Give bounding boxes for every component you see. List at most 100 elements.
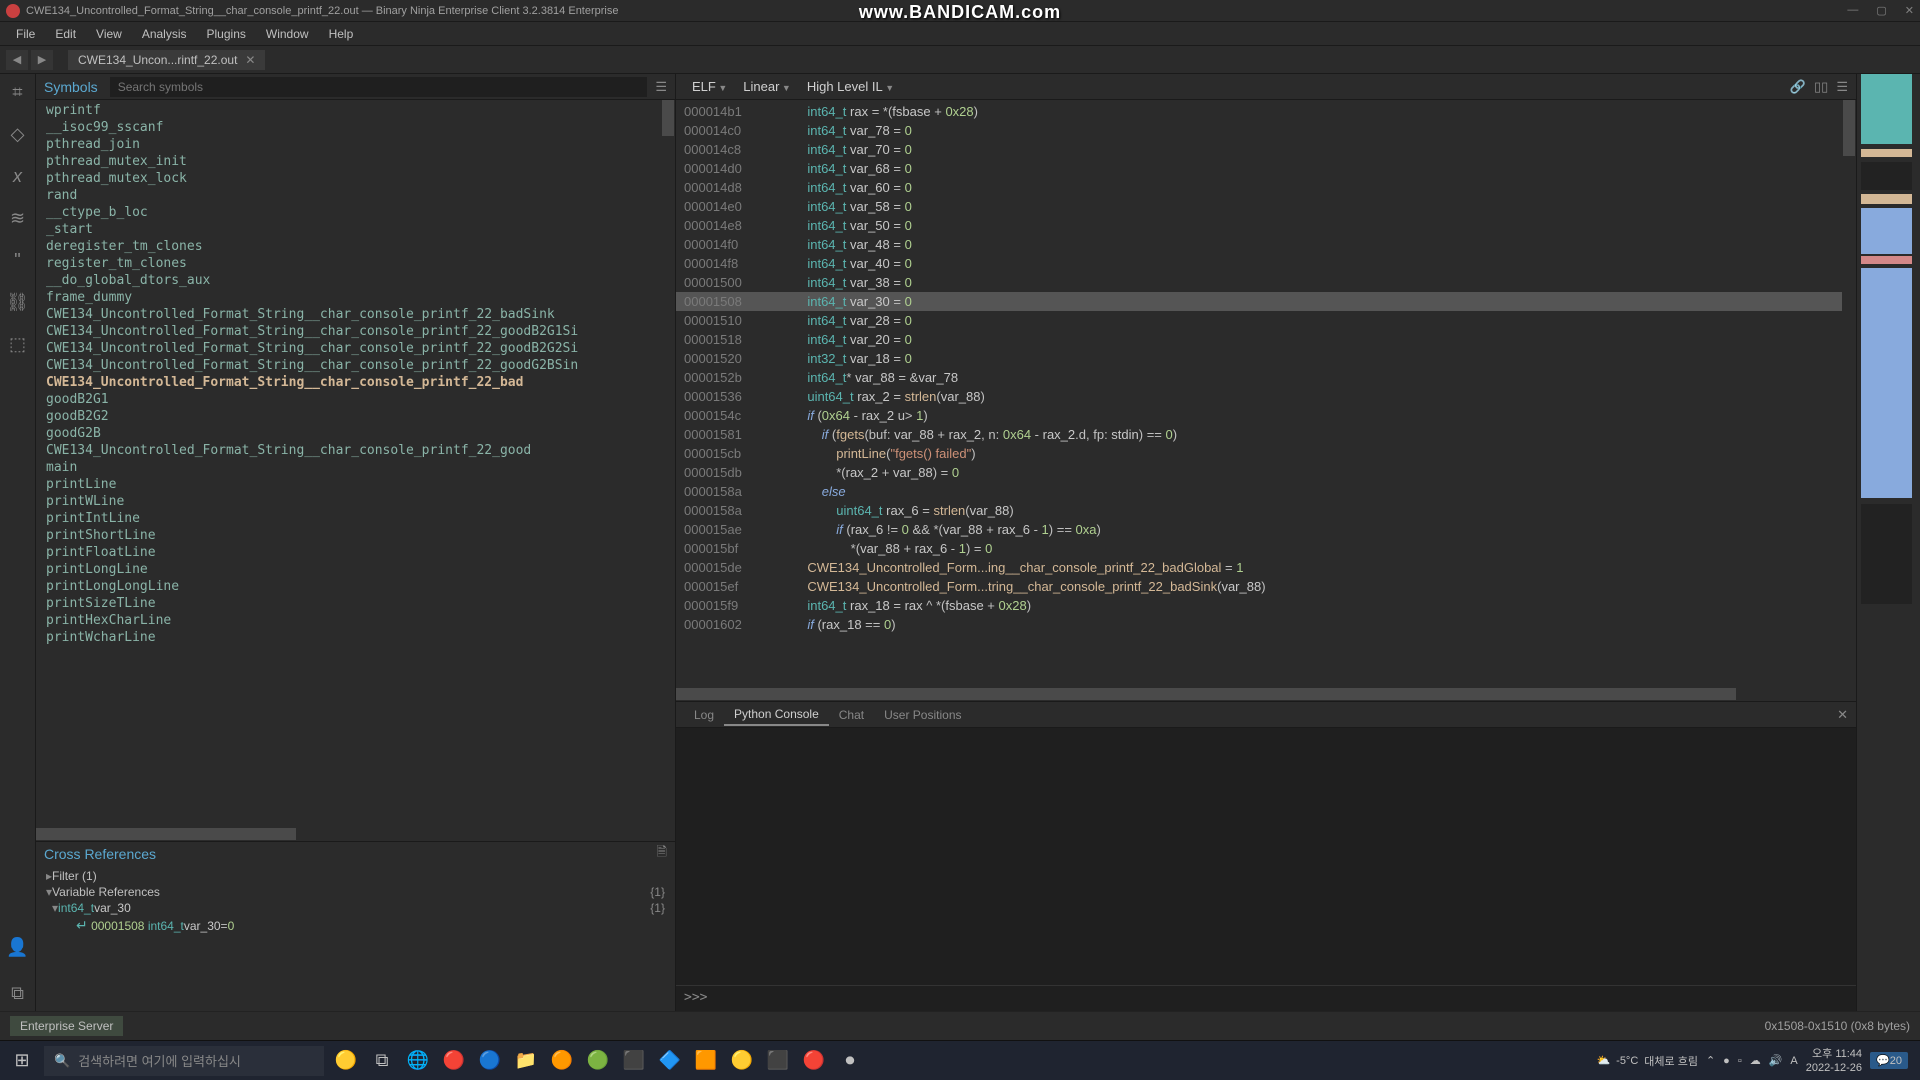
symbol-item[interactable]: register_tm_clones xyxy=(36,255,675,272)
tab-close-icon[interactable]: ✕ xyxy=(245,53,255,67)
symbol-item[interactable]: pthread_mutex_lock xyxy=(36,170,675,187)
code-line[interactable]: 0000158a else xyxy=(676,482,1856,501)
hamburger-icon[interactable]: ☰ xyxy=(655,79,667,95)
code-line[interactable]: 0000152b int64_t* var_88 = &var_78 xyxy=(676,368,1856,387)
volume-icon[interactable]: 🔊 xyxy=(1769,1054,1783,1067)
code-line[interactable]: 000014e0 int64_t var_58 = 0 xyxy=(676,197,1856,216)
code-line[interactable]: 00001518 int64_t var_20 = 0 xyxy=(676,330,1856,349)
x-icon[interactable]: x xyxy=(8,166,28,186)
symbol-item[interactable]: CWE134_Uncontrolled_Format_String__char_… xyxy=(36,442,675,459)
chrome-icon[interactable]: 🔵 xyxy=(472,1043,508,1079)
symbol-item[interactable]: printShortLine xyxy=(36,527,675,544)
symbol-item[interactable]: goodG2B xyxy=(36,425,675,442)
file-tab[interactable]: CWE134_Uncon...rintf_22.out ✕ xyxy=(68,50,265,70)
document-icon[interactable]: 🗎 xyxy=(657,843,667,865)
code-line[interactable]: 00001520 int32_t var_18 = 0 xyxy=(676,349,1856,368)
terminal-icon[interactable]: ⬛ xyxy=(760,1043,796,1079)
code-line[interactable]: 000014f0 int64_t var_48 = 0 xyxy=(676,235,1856,254)
menu-analysis[interactable]: Analysis xyxy=(132,25,197,43)
cortana-icon[interactable]: 🟡 xyxy=(328,1043,364,1079)
console-close-icon[interactable]: ✕ xyxy=(1837,707,1848,723)
console-body[interactable] xyxy=(676,728,1856,985)
symbol-item[interactable]: CWE134_Uncontrolled_Format_String__char_… xyxy=(36,357,675,374)
start-button[interactable]: ⊞ xyxy=(4,1043,40,1079)
console-tab-user-positions[interactable]: User Positions xyxy=(874,705,971,725)
tag-icon[interactable]: ◇ xyxy=(8,124,28,144)
symbol-item[interactable]: deregister_tm_clones xyxy=(36,238,675,255)
app-icon-6[interactable]: 🟡 xyxy=(724,1043,760,1079)
code-line[interactable]: 000014f8 int64_t var_40 = 0 xyxy=(676,254,1856,273)
menu-plugins[interactable]: Plugins xyxy=(197,25,256,43)
xrefs-var[interactable]: ▾ int64_t var_30 {1} xyxy=(40,900,671,916)
tray-icon-2[interactable]: ▫ xyxy=(1738,1055,1742,1067)
code-line[interactable]: 00001510 int64_t var_28 = 0 xyxy=(676,311,1856,330)
lang-icon[interactable]: A xyxy=(1790,1055,1797,1067)
menu-icon[interactable]: ☰ xyxy=(1836,79,1848,95)
code-line[interactable]: 000014e8 int64_t var_50 = 0 xyxy=(676,216,1856,235)
taskbar-search[interactable]: 🔍 검색하려면 여기에 입력하십시 xyxy=(44,1046,324,1076)
symbol-item[interactable]: __isoc99_sscanf xyxy=(36,119,675,136)
console-prompt[interactable]: >>> xyxy=(676,985,1856,1011)
symbol-item[interactable]: printIntLine xyxy=(36,510,675,527)
code-line[interactable]: 000014d8 int64_t var_60 = 0 xyxy=(676,178,1856,197)
clock[interactable]: 오후 11:44 2022-12-26 xyxy=(1806,1047,1862,1075)
xrefs-varrefs[interactable]: ▾ Variable References {1} xyxy=(40,884,671,900)
chain-icon[interactable]: ⛓ xyxy=(8,292,28,312)
close-icon[interactable]: ✕ xyxy=(1905,4,1914,17)
console-tab-log[interactable]: Log xyxy=(684,705,724,725)
menu-file[interactable]: File xyxy=(6,25,45,43)
symbol-item[interactable]: printHexCharLine xyxy=(36,612,675,629)
app-icon-5[interactable]: 🟧 xyxy=(688,1043,724,1079)
xrefs-ref[interactable]: ↵ 00001508 int64_t var_30 = 0 xyxy=(40,916,671,935)
cloud-icon[interactable]: ☁ xyxy=(1750,1054,1761,1067)
symbol-item[interactable]: goodB2G2 xyxy=(36,408,675,425)
code-line[interactable]: 0000158a uint64_t rax_6 = strlen(var_88) xyxy=(676,501,1856,520)
edge-icon[interactable]: 🌐 xyxy=(400,1043,436,1079)
symbol-item[interactable]: printSizeTLine xyxy=(36,595,675,612)
symbol-list[interactable]: wprintf__isoc99_sscanfpthread_joinpthrea… xyxy=(36,100,675,841)
code-line[interactable]: 000015bf *(var_88 + rax_6 - 1) = 0 xyxy=(676,539,1856,558)
chevron-up-icon[interactable]: ⌃ xyxy=(1706,1054,1715,1067)
taskview-icon[interactable]: ⧉ xyxy=(364,1043,400,1079)
record-icon[interactable]: ⏺ xyxy=(832,1043,868,1079)
symbol-item[interactable]: printFloatLine xyxy=(36,544,675,561)
symbol-item[interactable]: CWE134_Uncontrolled_Format_String__char_… xyxy=(36,323,675,340)
symbol-item[interactable]: printLongLine xyxy=(36,561,675,578)
code-line[interactable]: 000014c0 int64_t var_78 = 0 xyxy=(676,121,1856,140)
tray-icon-1[interactable]: ● xyxy=(1723,1055,1730,1067)
app-icon-2[interactable]: 🟠 xyxy=(544,1043,580,1079)
code-scrollbar-v[interactable] xyxy=(1842,100,1856,687)
app-icon-1[interactable]: 🔴 xyxy=(436,1043,472,1079)
xrefs-filter[interactable]: ▸ Filter (1) xyxy=(40,868,671,884)
symbol-item[interactable]: rand xyxy=(36,187,675,204)
symbol-item[interactable]: goodB2G1 xyxy=(36,391,675,408)
code-line[interactable]: 000015db *(rax_2 + var_88) = 0 xyxy=(676,463,1856,482)
server-button[interactable]: Enterprise Server xyxy=(10,1016,123,1036)
console-tab-python-console[interactable]: Python Console xyxy=(724,704,829,726)
code-line[interactable]: 000015cb printLine("fgets() failed") xyxy=(676,444,1856,463)
scrollbar-horizontal[interactable] xyxy=(36,827,661,841)
split-icon[interactable]: ▯▯ xyxy=(1814,79,1828,95)
minimap[interactable] xyxy=(1856,74,1916,1011)
code-line[interactable]: 00001536 uint64_t rax_2 = strlen(var_88) xyxy=(676,387,1856,406)
code-line[interactable]: 00001508 int64_t var_30 = 0 xyxy=(676,292,1856,311)
symbol-item[interactable]: printLongLongLine xyxy=(36,578,675,595)
code-line[interactable]: 00001602 if (rax_18 == 0) xyxy=(676,615,1856,634)
symbol-item[interactable]: pthread_mutex_init xyxy=(36,153,675,170)
symbol-item[interactable]: printWLine xyxy=(36,493,675,510)
symbol-item[interactable]: frame_dummy xyxy=(36,289,675,306)
code-line[interactable]: 000014c8 int64_t var_70 = 0 xyxy=(676,140,1856,159)
map-icon[interactable]: ⬚ xyxy=(8,334,28,354)
code-line[interactable]: 000014d0 int64_t var_68 = 0 xyxy=(676,159,1856,178)
maximize-icon[interactable]: ▢ xyxy=(1876,4,1886,17)
symbol-item[interactable]: CWE134_Uncontrolled_Format_String__char_… xyxy=(36,374,675,391)
code-line[interactable]: 00001581 if (fgets(buf: var_88 + rax_2, … xyxy=(676,425,1856,444)
minimize-icon[interactable]: — xyxy=(1847,4,1858,17)
code-line[interactable]: 000015ae if (rax_6 != 0 && *(var_88 + ra… xyxy=(676,520,1856,539)
symbol-item[interactable]: CWE134_Uncontrolled_Format_String__char_… xyxy=(36,306,675,323)
scrollbar-vertical[interactable] xyxy=(661,100,675,827)
code-line[interactable]: 000015de CWE134_Uncontrolled_Form...ing_… xyxy=(676,558,1856,577)
menu-edit[interactable]: Edit xyxy=(45,25,86,43)
code-line[interactable]: 00001500 int64_t var_38 = 0 xyxy=(676,273,1856,292)
symbol-item[interactable]: wprintf xyxy=(36,102,675,119)
